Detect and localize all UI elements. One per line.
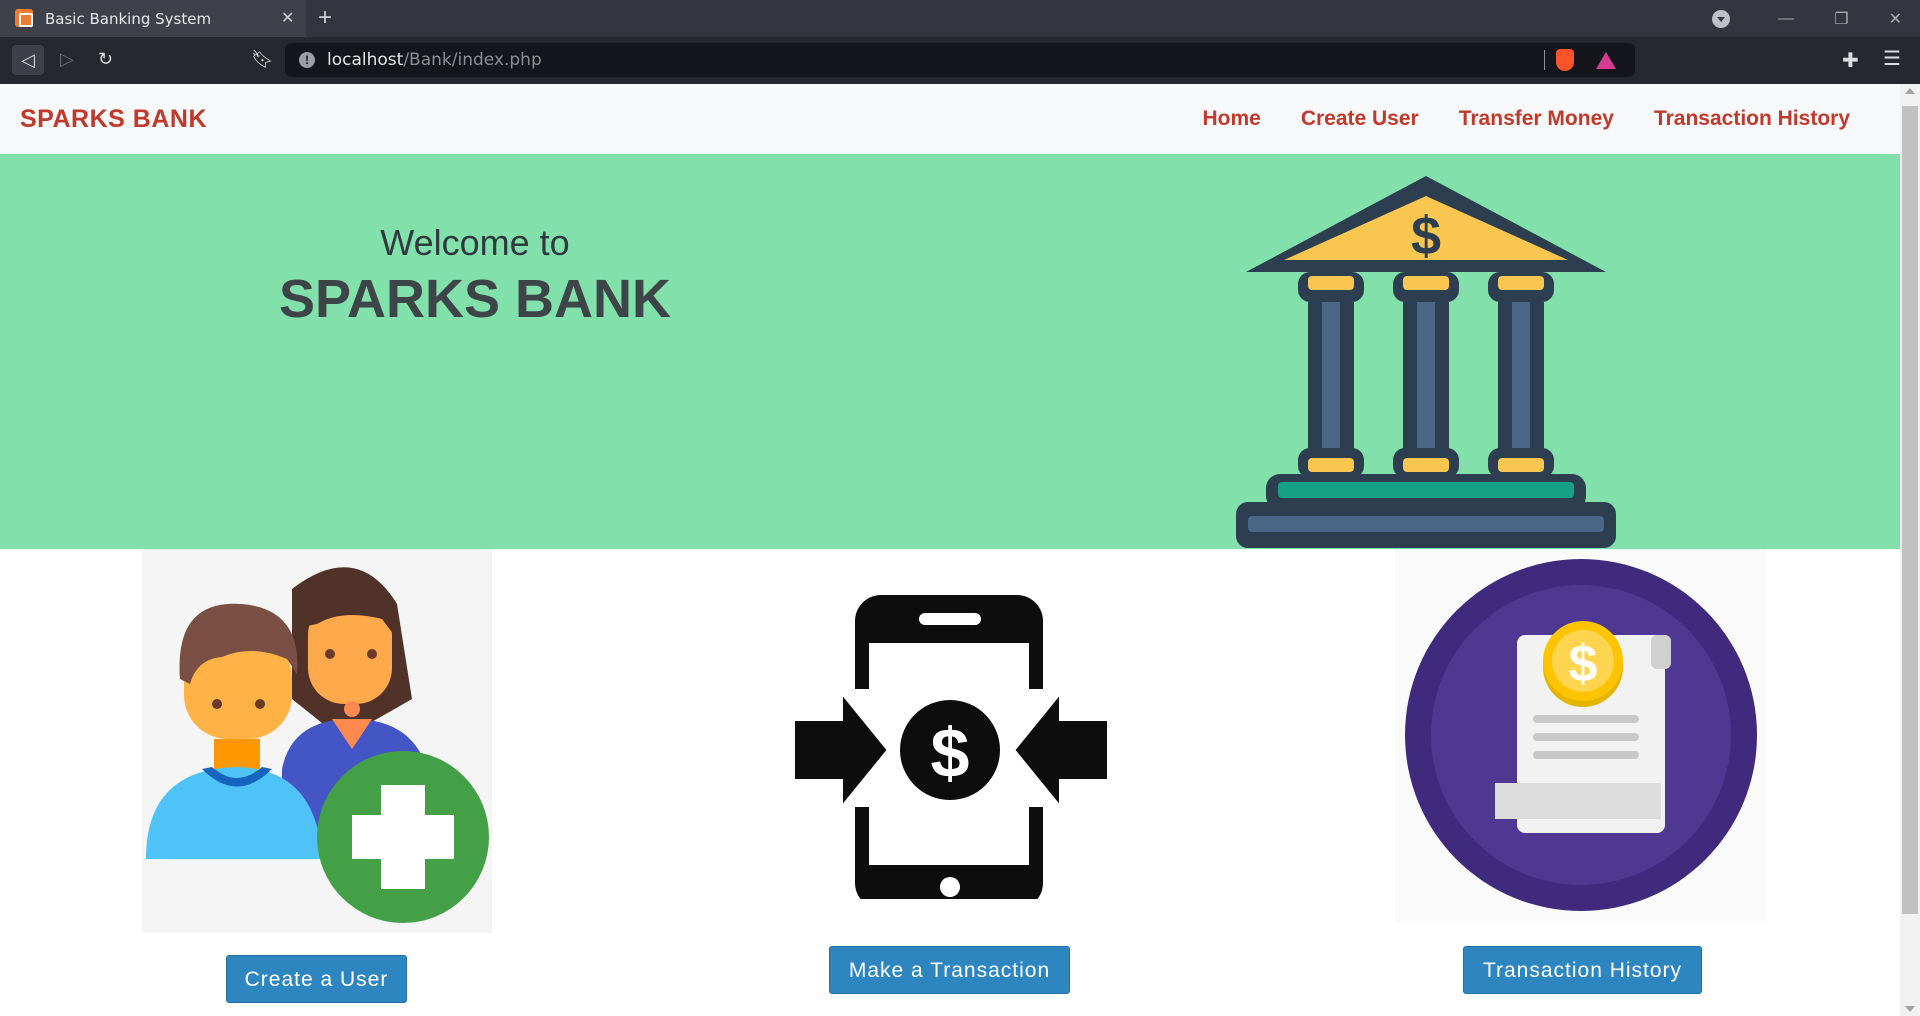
url-text[interactable]: localhost/Bank/index.php [327, 50, 542, 70]
tab-title: Basic Banking System [45, 10, 212, 28]
tab-search-dropdown-icon[interactable] [1712, 10, 1730, 28]
restore-icon[interactable]: ❐ [1834, 9, 1848, 29]
browser-toolbar: ◁ ▷ ↻ 🔖︎ ! localhost/Bank/index.php ✚ ☰ [0, 37, 1920, 84]
new-tab-icon[interactable]: + [318, 4, 332, 32]
back-icon[interactable]: ◁ [12, 45, 44, 75]
nav-transaction-history[interactable]: Transaction History [1654, 107, 1850, 131]
brand-logo[interactable]: SPARKS BANK [20, 105, 207, 134]
brave-rewards-icon[interactable] [1596, 52, 1616, 69]
browser-tab[interactable]: Basic Banking System ✕ [0, 0, 306, 37]
window-close-icon[interactable]: ✕ [1889, 9, 1902, 29]
page-viewport: SPARKS BANK Home Create User Transfer Mo… [0, 84, 1920, 1016]
site-navbar: SPARKS BANK Home Create User Transfer Mo… [0, 84, 1900, 154]
nav-links: Home Create User Transfer Money Transact… [1162, 107, 1850, 131]
bank-building-icon: $ [1236, 176, 1616, 548]
browser-menu-icon[interactable]: ☰ [1883, 46, 1901, 71]
site-info-icon[interactable]: ! [299, 52, 315, 68]
url-path: /Bank/index.php [403, 50, 542, 70]
transaction-history-button[interactable]: Transaction History [1463, 946, 1702, 994]
extensions-icon[interactable]: ✚ [1842, 48, 1859, 73]
scroll-up-icon[interactable] [1905, 88, 1915, 94]
create-user-illustration [142, 549, 492, 933]
address-bar[interactable]: ! localhost/Bank/index.php [285, 43, 1635, 77]
scroll-down-icon[interactable] [1905, 1006, 1915, 1012]
tab-close-icon[interactable]: ✕ [281, 8, 294, 28]
welcome-text: Welcome to [380, 222, 570, 263]
dollar-sign: $ [1411, 206, 1441, 266]
scroll-thumb[interactable] [1902, 106, 1918, 914]
hero-title: SPARKS BANK [278, 269, 672, 329]
hero-banner: Welcome to SPARKS BANK $ [0, 154, 1900, 549]
dollar-sign-coin: $ [1569, 635, 1598, 693]
make-transaction-button[interactable]: Make a Transaction [829, 946, 1070, 994]
transaction-receipt-illustration: $ [1395, 549, 1767, 921]
create-user-button[interactable]: Create a User [226, 955, 407, 1003]
nav-home[interactable]: Home [1202, 107, 1260, 131]
transfer-phone-illustration: $ [793, 595, 1109, 899]
brave-shields-icon[interactable] [1556, 49, 1574, 71]
minimize-icon[interactable]: — [1778, 10, 1794, 28]
forward-icon[interactable]: ▷ [60, 49, 74, 70]
bookmark-icon[interactable]: 🔖︎ [251, 49, 274, 70]
url-host: localhost [327, 50, 404, 70]
window-controls: — ❐ ✕ [1738, 0, 1920, 37]
nav-transfer-money[interactable]: Transfer Money [1459, 107, 1614, 131]
url-divider [1544, 50, 1545, 70]
browser-tab-bar: Basic Banking System ✕ + — ❐ ✕ [0, 0, 1920, 37]
page-scrollbar[interactable] [1900, 84, 1920, 1016]
reload-icon[interactable]: ↻ [98, 49, 113, 70]
xampp-favicon-icon [15, 9, 33, 27]
dollar-sign-transfer: $ [931, 714, 970, 792]
nav-create-user[interactable]: Create User [1301, 107, 1419, 131]
